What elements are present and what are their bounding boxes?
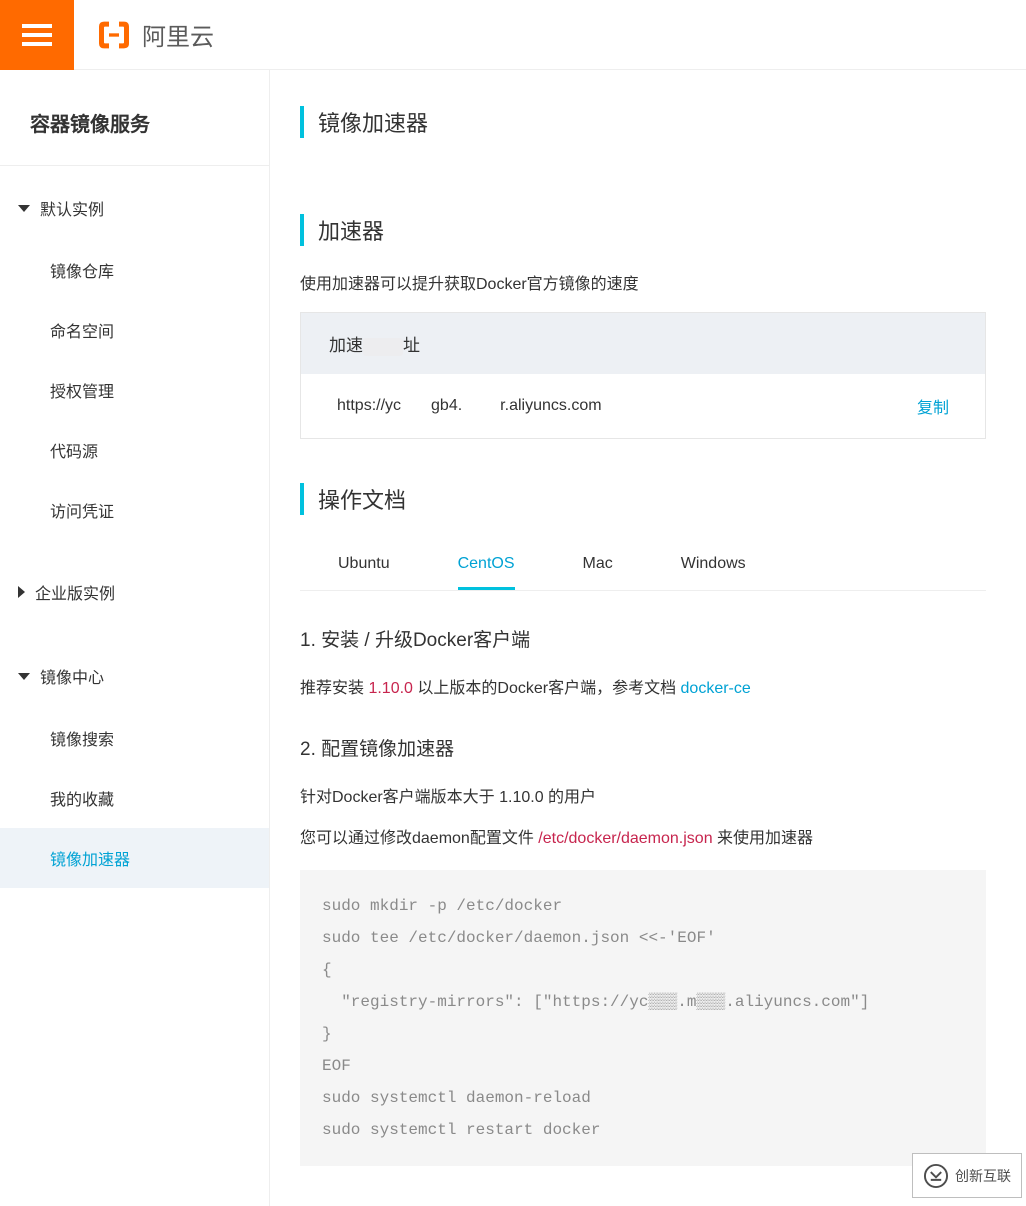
brand-name: 阿里云: [142, 17, 214, 52]
redacted-block: [363, 338, 403, 356]
hamburger-menu[interactable]: [0, 0, 74, 70]
doc-section-1-title: 1. 安装 / 升级Docker客户端: [300, 625, 986, 652]
docs-heading: 操作文档: [300, 483, 986, 515]
sidebar-group-label: 企业版实例: [35, 580, 115, 604]
code-block[interactable]: sudo mkdir -p /etc/docker sudo tee /etc/…: [300, 870, 986, 1166]
doc-section-2-line1: 针对Docker客户端版本大于 1.10.0 的用户: [300, 783, 986, 813]
sidebar-group-image-center[interactable]: 镜像中心: [0, 644, 269, 708]
docker-ce-link[interactable]: docker-ce: [681, 680, 751, 697]
doc-section-2-title: 2. 配置镜像加速器: [300, 734, 986, 761]
tab-centos[interactable]: CentOS: [458, 555, 515, 590]
doc-section-2-line2: 您可以通过修改daemon配置文件 /etc/docker/daemon.jso…: [300, 824, 986, 854]
sidebar-item-my-favorites[interactable]: 我的收藏: [0, 768, 269, 828]
sidebar-item-code-source[interactable]: 代码源: [0, 420, 269, 480]
chevron-right-icon: [18, 586, 25, 598]
sidebar-item-access-credential[interactable]: 访问凭证: [0, 480, 269, 540]
sidebar-group-enterprise-instance[interactable]: 企业版实例: [0, 560, 269, 624]
sidebar-item-authorization[interactable]: 授权管理: [0, 360, 269, 420]
brand-logo[interactable]: 阿里云: [94, 15, 214, 55]
doc-section-1-text: 推荐安装 1.10.0 以上版本的Docker客户端，参考文档 docker-c…: [300, 674, 986, 704]
copy-button[interactable]: 复制: [917, 394, 949, 418]
sidebar-group-label: 默认实例: [40, 196, 104, 220]
tab-mac[interactable]: Mac: [583, 555, 613, 590]
accelerator-url: https://ycgb4.r.aliyuncs.com: [337, 397, 602, 415]
page-title: 镜像加速器: [300, 106, 986, 138]
accelerator-description: 使用加速器可以提升获取Docker官方镜像的速度: [300, 270, 986, 294]
os-tabs: Ubuntu CentOS Mac Windows: [300, 539, 986, 591]
chevron-down-icon: [18, 673, 30, 680]
sidebar-item-image-search[interactable]: 镜像搜索: [0, 708, 269, 768]
hamburger-icon: [22, 19, 52, 51]
accelerator-address-label: 加速址: [301, 313, 985, 374]
main-content: 镜像加速器 加速器 使用加速器可以提升获取Docker官方镜像的速度 加速址 h…: [270, 70, 1026, 1206]
daemon-json-path: /etc/docker/daemon.json: [538, 830, 712, 847]
brand-logo-icon: [94, 15, 134, 55]
accelerator-heading: 加速器: [300, 214, 986, 246]
tab-windows[interactable]: Windows: [681, 555, 746, 590]
sidebar-group-label: 镜像中心: [40, 664, 104, 688]
sidebar-title: 容器镜像服务: [0, 108, 269, 165]
sidebar-item-namespace[interactable]: 命名空间: [0, 300, 269, 360]
sidebar-group-default-instance[interactable]: 默认实例: [0, 176, 269, 240]
chevron-down-icon: [18, 205, 30, 212]
tab-ubuntu[interactable]: Ubuntu: [338, 555, 390, 590]
sidebar-item-mirror-accelerator[interactable]: 镜像加速器: [0, 828, 269, 888]
sidebar-item-image-repository[interactable]: 镜像仓库: [0, 240, 269, 300]
accelerator-address-box: 加速址 https://ycgb4.r.aliyuncs.com 复制: [300, 312, 986, 439]
version-text: 1.10.0: [368, 680, 412, 697]
sidebar: 容器镜像服务 默认实例 镜像仓库 命名空间 授权管理 代码源 访问凭证 企业版实…: [0, 70, 270, 1206]
watermark-badge: 创新互联: [912, 1153, 1022, 1198]
watermark-icon: [923, 1163, 949, 1189]
watermark-text: 创新互联: [955, 1166, 1011, 1186]
